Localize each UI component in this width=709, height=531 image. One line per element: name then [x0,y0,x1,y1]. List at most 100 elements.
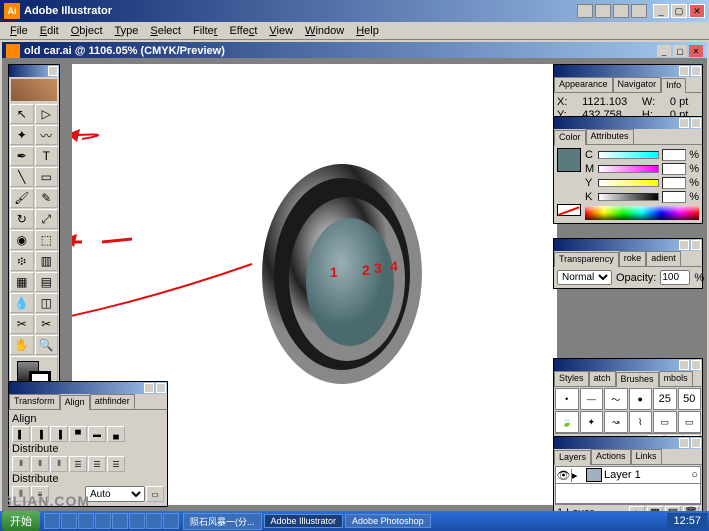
slice-tool[interactable]: ✂ [10,314,34,334]
symbol-sprayer-tool[interactable]: ፨ [10,251,34,271]
ql-icon[interactable] [78,513,94,529]
menu-view[interactable]: View [263,25,299,37]
brush-item[interactable]: — [580,388,604,410]
tab-swatch[interactable]: atch [589,371,616,386]
brush-item[interactable]: 🍃 [555,411,579,433]
layer-row[interactable]: 👁 ▸ Layer 1 ○ [555,466,701,484]
blend-mode-select[interactable]: Normal [557,270,612,285]
align-top-icon[interactable]: ▀ [69,426,87,442]
start-button[interactable]: 开始 [2,511,40,531]
brush-item[interactable]: ▭ [678,411,702,433]
brush-item[interactable]: ↝ [604,411,628,433]
system-clock[interactable]: 12:57 [667,513,707,529]
panel-menu-icon[interactable] [144,383,154,393]
direct-selection-tool[interactable]: ▷ [35,104,59,124]
align-hcenter-icon[interactable]: ▐ [31,426,49,442]
tab-color[interactable]: Color [554,130,586,145]
taskbar-item[interactable]: Adobe Illustrator [264,514,344,528]
menu-help[interactable]: Help [350,25,385,37]
gradient-tool[interactable]: ▤ [35,272,59,292]
ql-icon[interactable] [61,513,77,529]
tab-gradient[interactable]: adient [646,251,681,266]
brush-item[interactable]: ✦ [580,411,604,433]
m-slider[interactable] [598,165,659,173]
minimize-button[interactable]: _ [653,4,669,18]
dist-icon[interactable]: ☰ [107,456,125,472]
m-input[interactable] [662,163,686,175]
tab-symbols[interactable]: mbols [659,371,693,386]
brush-item[interactable]: • [555,388,579,410]
panel-close-icon[interactable] [156,383,166,393]
dist-icon[interactable]: ⫴ [31,456,49,472]
k-input[interactable] [662,191,686,203]
doc-maximize-button[interactable]: ▢ [673,45,687,57]
spacing-select[interactable]: Auto [85,486,145,502]
align-vcenter-icon[interactable]: ▬ [88,426,106,442]
c-slider[interactable] [598,151,659,159]
none-swatch[interactable] [557,204,581,216]
menu-select[interactable]: Select [144,25,187,37]
y-input[interactable] [662,177,686,189]
align-left-icon[interactable]: ▌ [12,426,30,442]
selection-tool[interactable]: ↖ [10,104,34,124]
spectrum-picker[interactable] [585,206,699,220]
taskbar-item[interactable]: Adobe Photoshop [345,514,431,528]
scale-tool[interactable]: ⤢ [35,209,59,229]
menu-window[interactable]: Window [299,25,350,37]
k-slider[interactable] [598,193,659,201]
magic-wand-tool[interactable]: ✦ [10,125,34,145]
panel-close-icon[interactable] [691,438,701,448]
tab-brushes[interactable]: Brushes [616,372,659,387]
ext-icon[interactable] [577,4,593,18]
panel-close-icon[interactable] [691,66,701,76]
dist-icon[interactable]: ⫴ [50,456,68,472]
menu-object[interactable]: Object [65,25,109,37]
ext-icon[interactable] [631,4,647,18]
pen-tool[interactable]: ✒ [10,146,34,166]
mesh-tool[interactable]: ▦ [10,272,34,292]
maximize-button[interactable]: ▢ [671,4,687,18]
tab-links[interactable]: Links [631,449,662,464]
free-transform-tool[interactable]: ⬚ [35,230,59,250]
tab-navigator[interactable]: Navigator [613,77,662,92]
brush-item[interactable]: 〜 [604,388,628,410]
dist-icon[interactable]: ☰ [88,456,106,472]
menu-filter[interactable]: Filter [187,25,223,37]
tab-transform[interactable]: Transform [9,394,60,409]
menu-type[interactable]: Type [109,25,145,37]
tab-transparency[interactable]: Transparency [554,252,619,267]
eyedropper-tool[interactable]: 💧 [10,293,34,313]
lasso-tool[interactable]: 〰 [35,125,59,145]
menu-file[interactable]: FFileile [4,25,34,37]
rectangle-tool[interactable]: ▭ [35,167,59,187]
panel-close-icon[interactable] [691,240,701,250]
brush-item[interactable]: ⌇ [629,411,653,433]
tab-pathfinder[interactable]: athfinder [90,394,135,409]
brush-item[interactable]: 50 [678,388,702,410]
panel-menu-icon[interactable] [679,118,689,128]
ql-icon[interactable] [95,513,111,529]
brush-item[interactable]: ▭ [653,411,677,433]
paintbrush-tool[interactable]: 🖌 [10,188,34,208]
visibility-icon[interactable]: 👁 [556,469,572,482]
tab-layers[interactable]: Layers [554,450,591,465]
tab-stroke[interactable]: roke [619,251,647,266]
close-button[interactable]: ✕ [689,4,705,18]
scissors-tool[interactable]: ✂ [35,314,59,334]
line-tool[interactable]: ╲ [10,167,34,187]
hand-tool[interactable]: ✋ [10,335,34,355]
ql-icon[interactable] [129,513,145,529]
doc-minimize-button[interactable]: _ [657,45,671,57]
ql-icon[interactable] [112,513,128,529]
tab-actions[interactable]: Actions [591,449,631,464]
graph-tool[interactable]: ▥ [35,251,59,271]
panel-close-icon[interactable] [691,118,701,128]
tab-align[interactable]: Align [60,395,90,410]
panel-menu-icon[interactable] [679,66,689,76]
doc-close-button[interactable]: ✕ [689,45,703,57]
panel-menu-icon[interactable] [679,360,689,370]
panel-menu-icon[interactable] [679,240,689,250]
menu-effect[interactable]: Effect [223,25,263,37]
dist-icon[interactable]: ⫴ [12,456,30,472]
y-slider[interactable] [598,179,659,187]
